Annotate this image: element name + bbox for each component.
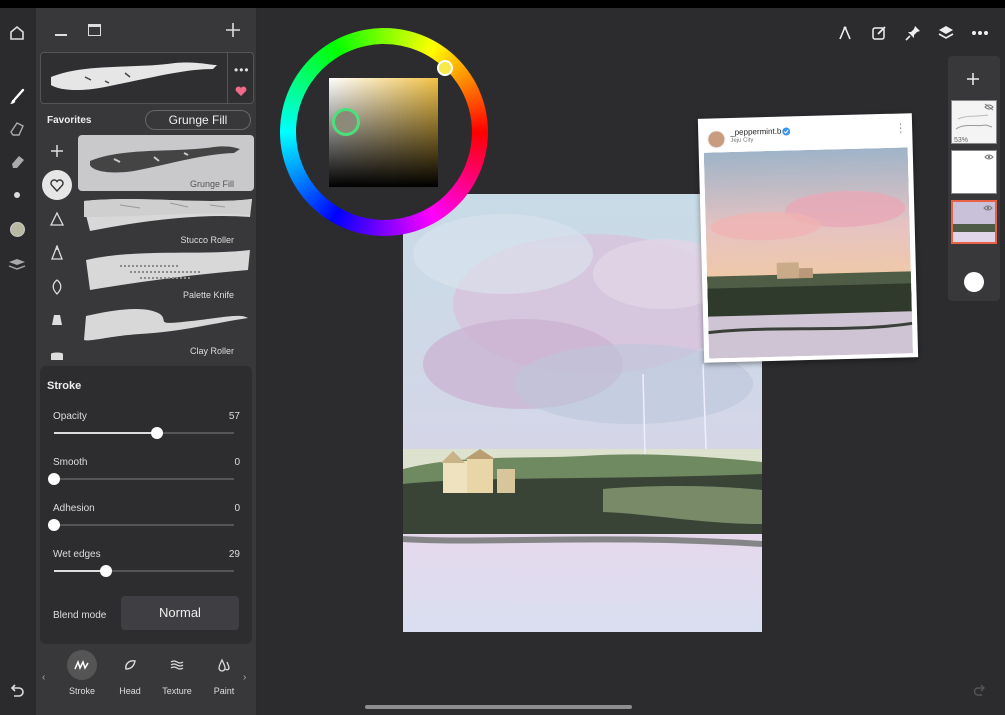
tab-paint[interactable]: Paint [204, 650, 244, 696]
add-layer-button[interactable] [966, 72, 980, 91]
tab-label: Head [119, 686, 141, 696]
tab-label: Texture [162, 686, 192, 696]
brush-label: Grunge Fill [189, 179, 234, 189]
home-indicator [365, 705, 632, 709]
blend-mode-label: Blend mode [53, 610, 107, 621]
adhesion-label: Adhesion [53, 503, 95, 514]
brush-tool-icon[interactable] [4, 84, 30, 110]
layer-thumb-blank[interactable] [951, 150, 997, 194]
hidden-eye-icon[interactable] [984, 103, 994, 111]
background-color-layer[interactable] [964, 272, 984, 292]
procreate-window: ••• Favorites Grunge Fill Grunge Fill St… [0, 8, 1005, 715]
paint-icon [209, 650, 239, 680]
brush-size-dot[interactable] [4, 182, 30, 208]
brush-item-palette-knife[interactable]: Palette Knife [78, 246, 254, 302]
undo-icon[interactable] [4, 678, 30, 704]
texture-icon [162, 650, 192, 680]
layers-icon[interactable] [935, 22, 957, 44]
hue-picker-handle[interactable] [437, 60, 453, 76]
painting-set-icon[interactable] [42, 306, 72, 336]
favorite-heart-icon[interactable] [235, 86, 247, 97]
stroke-settings-card: Stroke Opacity 57 Smooth 0 Adhesion 0 We… [40, 366, 252, 644]
opacity-slider-fill [54, 432, 157, 434]
canvas-area[interactable]: _peppermint.b Jeju City · · · 53% [258, 8, 1005, 715]
reference-photo [703, 147, 914, 359]
visible-eye-icon[interactable] [983, 204, 993, 212]
visible-eye-icon[interactable] [984, 153, 994, 161]
smooth-slider[interactable] [48, 473, 234, 485]
minimize-panel-button[interactable] [46, 16, 76, 44]
pin-icon[interactable] [902, 22, 924, 44]
brush-item-clay-roller[interactable]: Clay Roller [78, 302, 254, 358]
opacity-value: 57 [228, 411, 240, 422]
inking-set-icon[interactable] [42, 238, 72, 268]
reference-image-window[interactable]: _peppermint.b Jeju City · · · [697, 113, 919, 363]
wet-edges-slider[interactable] [54, 565, 234, 577]
tabs-prev-chevron-icon[interactable]: ‹ [42, 672, 45, 683]
wet-edges-value: 29 [228, 549, 240, 560]
brush-options-icon[interactable]: ••• [227, 53, 253, 103]
brush-item-stucco-roller[interactable]: Stucco Roller [78, 191, 254, 247]
layers-panel: 53% [948, 56, 1000, 301]
layer-thumb-sketch[interactable]: 53% [951, 100, 997, 144]
blend-mode-select[interactable]: Normal [121, 596, 239, 630]
brush-label: Palette Knife [182, 290, 234, 300]
brush-label: Clay Roller [189, 346, 234, 356]
adhesion-slider-knob[interactable] [48, 519, 60, 531]
add-brush-button[interactable] [218, 16, 248, 44]
reference-location: Jeju City [730, 137, 754, 144]
drawing-set-icon[interactable] [42, 272, 72, 302]
home-icon[interactable] [4, 20, 30, 46]
smooth-label: Smooth [53, 457, 88, 468]
favorites-heart-icon[interactable] [42, 170, 72, 200]
opacity-slider[interactable] [54, 427, 234, 439]
smooth-value: 0 [234, 457, 240, 468]
tab-stroke[interactable]: Stroke [62, 650, 102, 696]
brush-library-panel: ••• Favorites Grunge Fill Grunge Fill St… [36, 8, 256, 715]
smudge-tool-icon[interactable] [4, 116, 30, 142]
wet-edges-slider-fill [54, 570, 106, 572]
adhesion-slider[interactable] [48, 519, 234, 531]
stroke-icon [67, 650, 97, 680]
tabs-next-chevron-icon[interactable]: › [243, 672, 246, 683]
reference-username: _peppermint.b [730, 126, 782, 137]
color-picker-handle[interactable] [332, 108, 360, 136]
edit-selection-icon[interactable] [868, 22, 890, 44]
dock-panel-button[interactable] [79, 16, 109, 44]
add-brush-set-icon[interactable] [42, 136, 72, 166]
opacity-label: Opacity [53, 411, 87, 422]
stroke-section-title: Stroke [47, 380, 82, 392]
redo-icon[interactable] [973, 684, 987, 703]
tab-head[interactable]: Head [110, 650, 150, 696]
opacity-slider-knob[interactable] [151, 427, 163, 439]
layer-effects-icon[interactable] [4, 252, 30, 278]
tab-label: Paint [213, 686, 235, 696]
eraser-tool-icon[interactable] [4, 148, 30, 174]
color-wheel-popover[interactable] [280, 28, 488, 236]
brush-set-title: Favorites [47, 115, 92, 126]
brush-label: Stucco Roller [180, 235, 234, 245]
tab-label: Stroke [68, 686, 95, 696]
wet-edges-slider-knob[interactable] [100, 565, 112, 577]
avatar [707, 130, 726, 149]
reference-options-icon[interactable]: · · · [899, 119, 902, 137]
layer-opacity-label: 53% [954, 137, 969, 144]
brush-item-grunge-fill[interactable]: Grunge Fill [78, 135, 254, 191]
drawing-guide-icon[interactable] [834, 22, 856, 44]
verified-badge-icon [782, 127, 791, 136]
smooth-slider-knob[interactable] [48, 473, 60, 485]
layer-thumb-painting-selected[interactable] [951, 200, 997, 244]
brush-settings-tabs: ‹ Stroke Head Texture Paint › [36, 646, 256, 706]
current-color-swatch[interactable] [4, 216, 30, 242]
wet-edges-label: Wet edges [53, 549, 101, 560]
head-icon [115, 650, 145, 680]
tab-texture[interactable]: Texture [157, 650, 197, 696]
sketching-set-icon[interactable] [42, 204, 72, 234]
selected-brush-name[interactable]: Grunge Fill [145, 110, 251, 130]
left-toolbar [0, 8, 33, 715]
adhesion-value: 0 [234, 503, 240, 514]
brush-stroke-preview[interactable]: ••• [40, 52, 254, 104]
more-options-icon[interactable] [969, 22, 991, 44]
